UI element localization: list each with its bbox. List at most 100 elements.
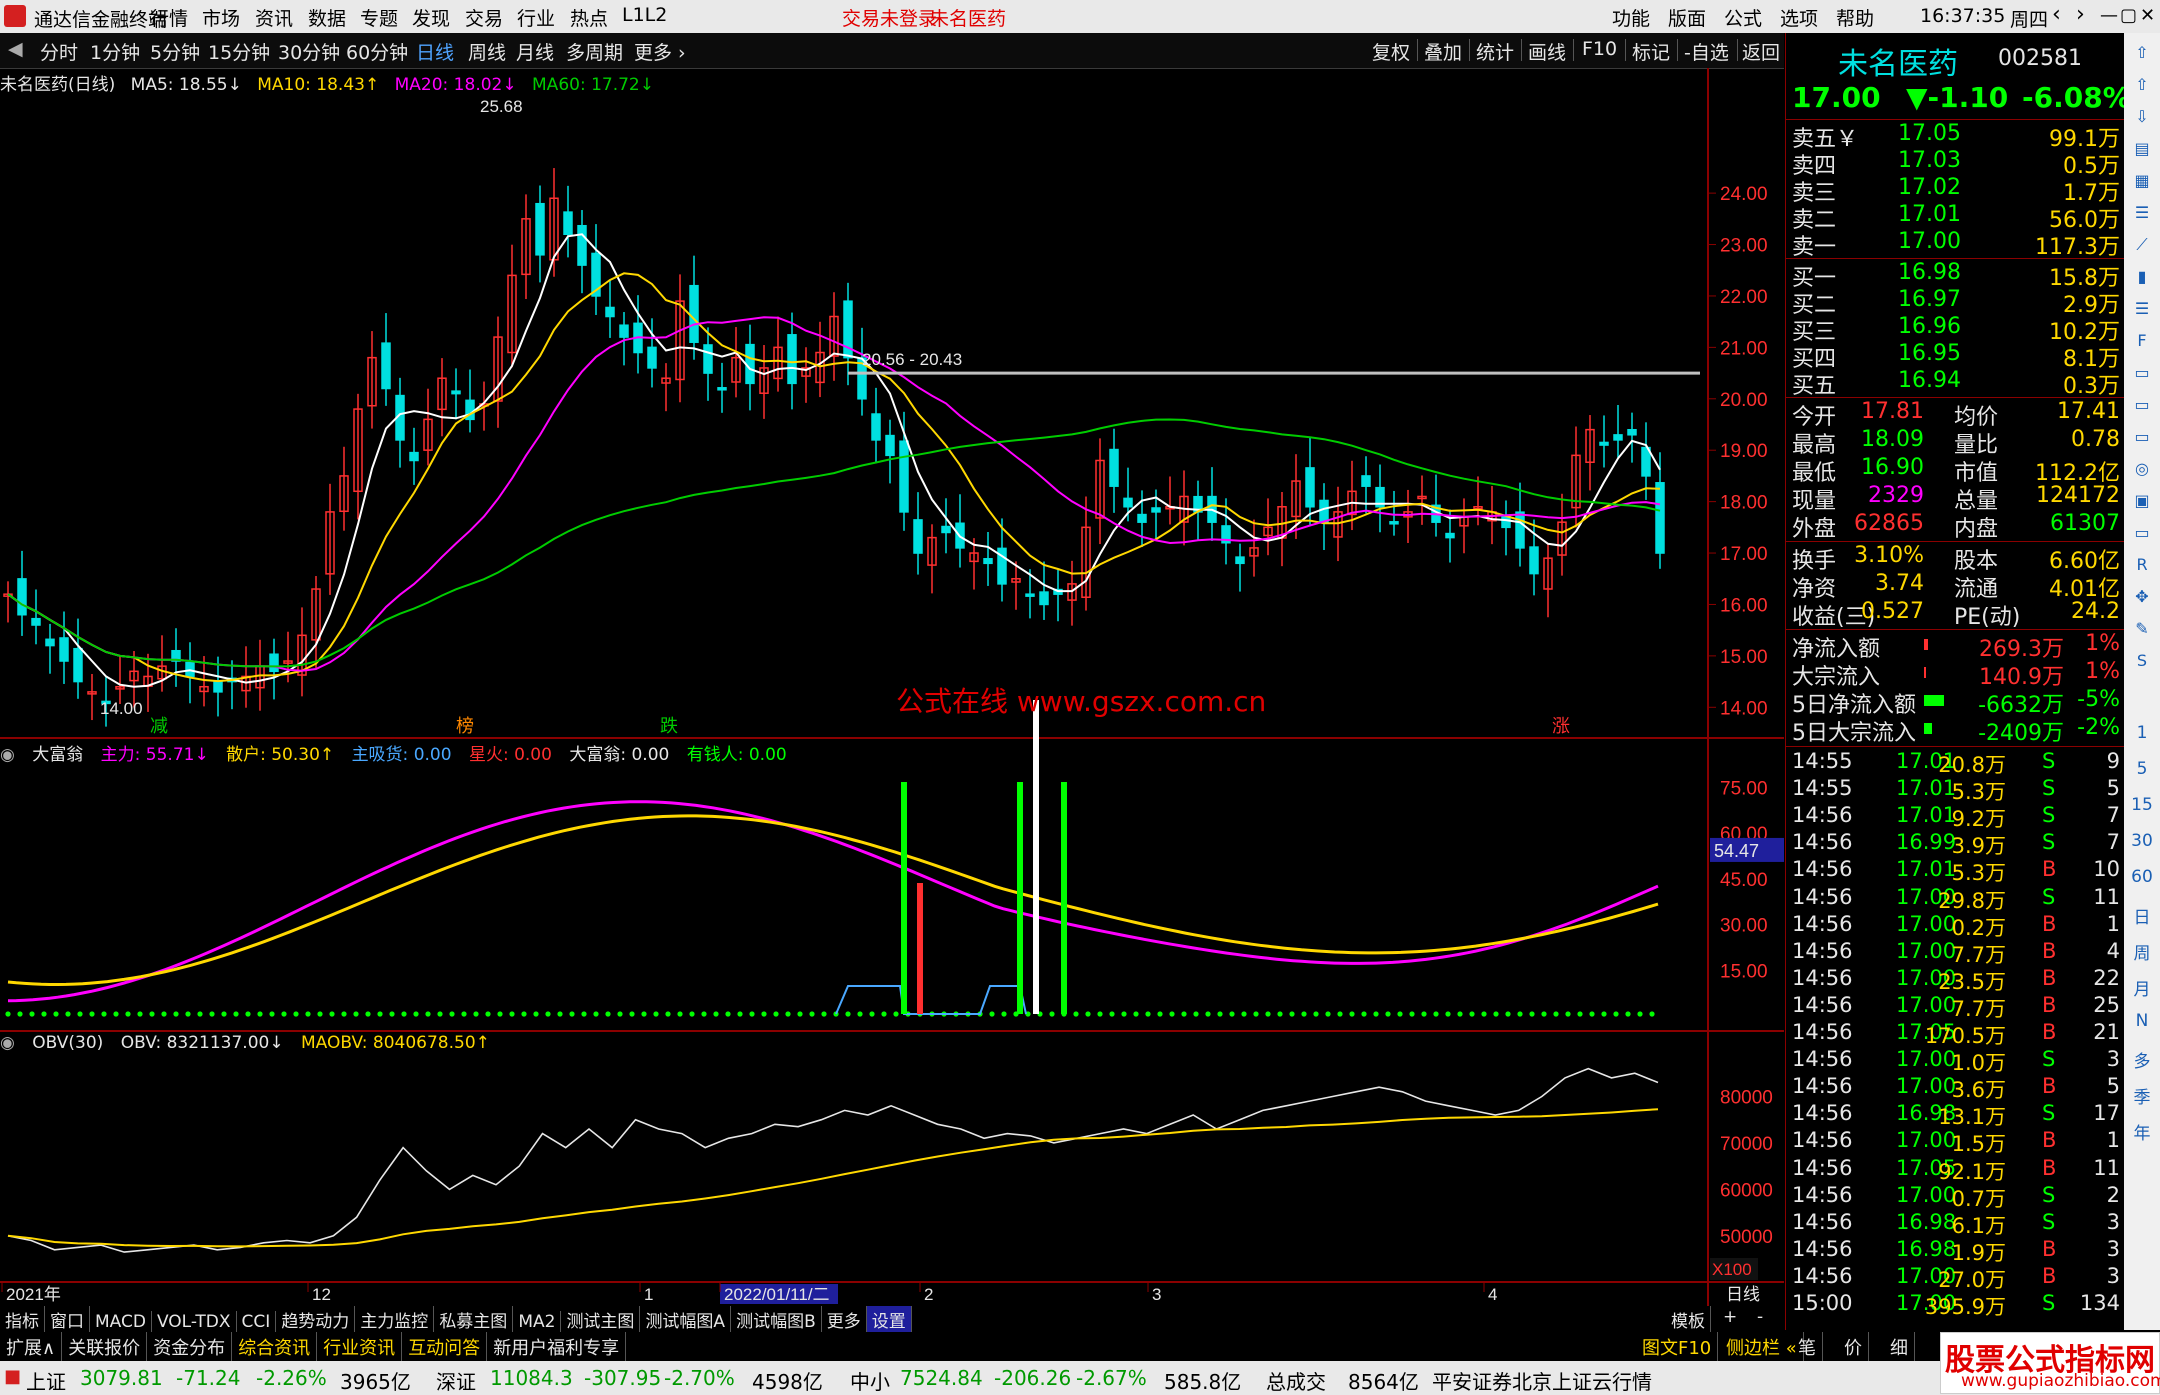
menu-gongneng[interactable]: 功能 (1612, 4, 1650, 31)
menu-zhuanti[interactable]: 专题 (360, 4, 398, 31)
tab-hangyezixun[interactable]: 行业资讯 (317, 1332, 403, 1362)
btn-tongji[interactable]: 统计 (1476, 38, 1514, 65)
tab-zhulijiankong[interactable]: 主力监控 (355, 1306, 435, 1333)
bid-row[interactable]: 买二 16.97 2.9万 (1786, 287, 2124, 318)
btn-fuquan[interactable]: 复权 (1372, 38, 1410, 65)
period-1min[interactable]: 1分钟 (90, 38, 140, 65)
tool-period-label[interactable]: 日 (2124, 903, 2160, 928)
tool-period-label[interactable]: 5 (2124, 759, 2160, 779)
tab-ma2[interactable]: MA2 (513, 1311, 562, 1333)
rsi-icon[interactable]: R (2128, 551, 2156, 579)
tab-chuangkou[interactable]: 窗口 (45, 1306, 90, 1333)
collapse-icon[interactable]: ◉ (0, 1033, 15, 1053)
tab-hudongwenda[interactable]: 互动问答 (402, 1332, 488, 1362)
ask-row[interactable]: 卖五￥ 17.05 99.1万 (1786, 121, 2124, 152)
sh-name[interactable]: 上证 (26, 1366, 66, 1395)
btn-diejia[interactable]: 叠加 (1424, 38, 1462, 65)
tool-period-label[interactable]: 1 (2124, 723, 2160, 743)
page-icon[interactable]: ▭ (2128, 423, 2156, 451)
menu-bangzhu[interactable]: 帮助 (1836, 4, 1874, 31)
period-fenshi[interactable]: 分时 (40, 38, 78, 65)
indicator2-name[interactable]: OBV(30) (32, 1033, 103, 1053)
period-5min[interactable]: 5分钟 (150, 38, 200, 65)
menu-zixun[interactable]: 资讯 (255, 4, 293, 31)
tab-xi[interactable]: 细 (1884, 1332, 1915, 1362)
menu-l1l2[interactable]: L1L2 (622, 4, 667, 26)
page-icon[interactable]: ▭ (2128, 519, 2156, 547)
btn-huaxian[interactable]: 画线 (1528, 38, 1566, 65)
circle-icon[interactable]: ◎ (2128, 455, 2156, 483)
ask-row[interactable]: 卖一 17.00 117.3万 (1786, 229, 2124, 260)
ask-row[interactable]: 卖四 17.03 0.5万 (1786, 148, 2124, 179)
list-icon[interactable]: ☰ (2128, 295, 2156, 323)
menu-shuju[interactable]: 数据 (308, 4, 346, 31)
btn-f10[interactable]: F10 (1582, 38, 1617, 60)
period-60min[interactable]: 60分钟 (346, 38, 408, 65)
collapse-icon[interactable]: ◀ (8, 38, 23, 60)
chart-canvas[interactable]: 20.56 - 20.4325.6814.00减榜跌涨 24.0023.0022… (0, 68, 1784, 1306)
book-icon[interactable]: ▤ (2128, 135, 2156, 163)
tool-period-label[interactable]: 季 (2124, 1083, 2160, 1108)
forward-icon[interactable]: › (2076, 2, 2085, 27)
menu-hangye[interactable]: 行业 (517, 4, 555, 31)
menu-banmian[interactable]: 版面 (1668, 4, 1706, 31)
sz-name[interactable]: 深证 (436, 1366, 476, 1395)
tab-macd[interactable]: MACD (90, 1311, 152, 1333)
period-15min[interactable]: 15分钟 (208, 38, 270, 65)
grid-icon[interactable]: ▦ (2128, 167, 2156, 195)
tool-period-label[interactable]: N (2124, 1011, 2160, 1031)
ask-row[interactable]: 卖二 17.01 56.0万 (1786, 202, 2124, 233)
period-weekly[interactable]: 周线 (468, 38, 506, 65)
arrow-up-icon[interactable]: ⇧ (2128, 39, 2156, 67)
candle-icon[interactable]: ▮ (2128, 263, 2156, 291)
remove-button[interactable]: - (1752, 1306, 1768, 1328)
tab-zijinfenbu[interactable]: 资金分布 (147, 1332, 233, 1362)
minimize-icon[interactable]: — (2100, 5, 2118, 26)
arrow-up-icon[interactable]: ⇧ (2128, 71, 2156, 99)
indicator1-name[interactable]: 大富翁 (32, 745, 83, 765)
bid-row[interactable]: 买四 16.95 8.1万 (1786, 341, 2124, 372)
list-icon[interactable]: ☰ (2128, 199, 2156, 227)
tab-kuozhan[interactable]: 扩展∧ (0, 1332, 63, 1362)
tool-period-label[interactable]: 60 (2124, 867, 2160, 887)
back-icon[interactable]: ‹ (2052, 2, 2061, 27)
btn-biaoji[interactable]: 标记 (1632, 38, 1670, 65)
tab-simuzhutu[interactable]: 私募主图 (434, 1306, 514, 1333)
fs-icon[interactable]: S (2128, 647, 2156, 675)
chart-icon[interactable]: ⟋ (2128, 231, 2156, 259)
add-button[interactable]: + (1718, 1306, 1742, 1328)
arrow-down-icon[interactable]: ⇩ (2128, 103, 2156, 131)
f10-icon[interactable]: F (2128, 327, 2156, 355)
tool-period-label[interactable]: 周 (2124, 939, 2160, 964)
tab-ceshifutu-a[interactable]: 测试幅图A (640, 1306, 732, 1333)
tool-period-label[interactable]: 年 (2124, 1119, 2160, 1144)
menu-gongshi[interactable]: 公式 (1724, 4, 1762, 31)
tab-zhibiao[interactable]: 指标 (0, 1306, 45, 1333)
close-icon[interactable]: ✕ (2140, 5, 2155, 26)
tool-period-label[interactable]: 多 (2124, 1047, 2160, 1072)
tool-period-label[interactable]: 月 (2124, 975, 2160, 1000)
calc-icon[interactable]: ▣ (2128, 487, 2156, 515)
period-30min[interactable]: 30分钟 (278, 38, 340, 65)
bid-row[interactable]: 买一 16.98 15.8万 (1786, 260, 2124, 291)
tab-vol-tdx[interactable]: VOL-TDX (152, 1311, 237, 1333)
bid-row[interactable]: 买三 16.96 10.2万 (1786, 314, 2124, 345)
tool-period-label[interactable]: 30 (2124, 831, 2160, 851)
bid-row[interactable]: 买五 16.94 0.3万 (1786, 368, 2124, 399)
template-button[interactable]: 模板 (1666, 1306, 1711, 1333)
zx-name[interactable]: 中小 (850, 1366, 890, 1395)
tab-tuwen-f10[interactable]: 图文F10 (1636, 1332, 1719, 1362)
trade-login-status[interactable]: 交易未登录 (842, 4, 937, 31)
tab-zonghezixun[interactable]: 综合资讯 (232, 1332, 318, 1362)
menu-xuanxiang[interactable]: 选项 (1780, 4, 1818, 31)
tab-settings[interactable]: 设置 (866, 1306, 912, 1333)
tab-xinyonghufuli[interactable]: 新用户福利专享 (487, 1332, 627, 1362)
menu-faxian[interactable]: 发现 (412, 4, 450, 31)
tab-jia[interactable]: 价 (1838, 1332, 1869, 1362)
tab-ceshizhutu[interactable]: 测试主图 (561, 1306, 641, 1333)
tab-guanlianbaojia[interactable]: 关联报价 (62, 1332, 148, 1362)
tab-cci[interactable]: CCI (237, 1311, 277, 1333)
tab-bi[interactable]: 笔 (1792, 1332, 1823, 1362)
period-more[interactable]: 更多 › (634, 38, 686, 65)
tool-period-label[interactable]: 15 (2124, 795, 2160, 815)
